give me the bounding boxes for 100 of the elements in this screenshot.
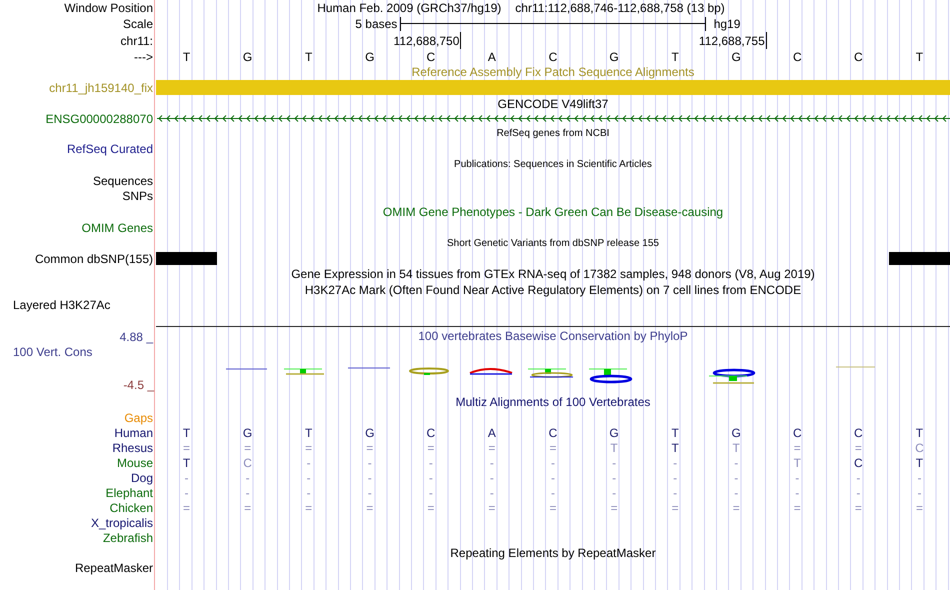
alignment-base: - bbox=[856, 470, 860, 484]
alignment-base: - bbox=[612, 456, 616, 470]
track-label[interactable]: RepeatMasker bbox=[74, 560, 153, 574]
alignment-base: T bbox=[916, 456, 924, 470]
alignment-bar[interactable] bbox=[156, 80, 950, 95]
base-letter: G bbox=[732, 50, 741, 64]
track-label[interactable]: 100 Vert. Cons bbox=[13, 345, 92, 359]
alignment-base: T bbox=[794, 456, 801, 470]
alignment-base: - bbox=[428, 486, 433, 500]
track-label[interactable]: Common dbSNP(155) bbox=[34, 252, 153, 266]
base-letter: T bbox=[305, 50, 312, 64]
ruler-label: Scale bbox=[122, 16, 153, 30]
alignment-base: T bbox=[732, 440, 740, 454]
alignment-base: - bbox=[246, 486, 250, 500]
species-label[interactable]: X_tropicalis bbox=[90, 516, 153, 530]
alignment-base: C bbox=[854, 456, 863, 470]
track-label[interactable]: OMIM Genes bbox=[82, 221, 153, 235]
track-title: Reference Assembly Fix Patch Sequence Alignments bbox=[412, 65, 694, 79]
track-title: OMIM Gene Phenotypes - Dark Green Can Be Disease-causing bbox=[382, 205, 724, 219]
alignment-base: = bbox=[183, 440, 190, 454]
assembly-name: hg19 bbox=[712, 16, 742, 30]
alignment-base: T bbox=[182, 426, 190, 440]
alignment-base: - bbox=[306, 486, 311, 500]
variant-bar[interactable] bbox=[888, 252, 950, 265]
alignment-base: - bbox=[550, 456, 555, 470]
alignment-base: - bbox=[673, 456, 678, 470]
alignment-base: - bbox=[917, 470, 922, 484]
alignment-base: C bbox=[426, 426, 436, 440]
assembly-text: Human Feb. 2009 (GRCh37/hg19) bbox=[317, 0, 502, 14]
track-title: H3K27Ac Mark (Often Found Near Active Regulatory Elements) on 7 cell lines from ENCODE bbox=[304, 283, 802, 297]
species-label[interactable]: Chicken bbox=[110, 500, 153, 514]
alignment-base: - bbox=[550, 470, 555, 484]
alignment-base: - bbox=[428, 470, 433, 484]
track-title: Short Genetic Variants from dbSNP release 155 bbox=[447, 236, 659, 250]
alignment-base: = bbox=[427, 440, 434, 454]
alignment-base: = bbox=[183, 500, 190, 514]
alignment-base: C bbox=[548, 426, 558, 440]
alignment-base: = bbox=[732, 500, 740, 514]
alignment-base: - bbox=[734, 456, 738, 470]
alignment-base: = bbox=[610, 500, 618, 514]
alignment-base: = bbox=[794, 500, 801, 514]
alignment-base: = bbox=[854, 440, 862, 454]
base-letter: C bbox=[854, 50, 863, 64]
base-letter: C bbox=[426, 50, 436, 64]
track-title: Multiz Alignments of 100 Vertebrates bbox=[456, 395, 650, 409]
alignment-base: = bbox=[549, 500, 556, 514]
track-label[interactable]: SNPs bbox=[122, 189, 153, 204]
species-label[interactable]: Dog bbox=[130, 470, 153, 484]
alignment-base: - bbox=[306, 470, 311, 484]
variant-bar[interactable] bbox=[156, 252, 218, 265]
alignment-base: = bbox=[366, 500, 374, 514]
alignment-base: = bbox=[672, 500, 679, 514]
track-label[interactable]: Layered H3K27Ac bbox=[13, 298, 110, 312]
axis-max-label: 4.88 _ bbox=[120, 330, 153, 344]
species-label[interactable]: Elephant bbox=[106, 486, 153, 500]
alignment-base: - bbox=[490, 486, 494, 500]
alignment-base: - bbox=[673, 470, 678, 484]
alignment-base: - bbox=[734, 486, 738, 500]
alignment-base: T bbox=[182, 456, 190, 470]
coordinate-tick: 112,688,750 bbox=[394, 32, 462, 49]
alignment-base: = bbox=[427, 500, 434, 514]
alignment-base: C bbox=[243, 456, 252, 470]
base-letter: T bbox=[916, 50, 924, 64]
track-title: RefSeq genes from NCBI bbox=[496, 126, 610, 140]
track-label[interactable]: RefSeq Curated bbox=[66, 142, 153, 156]
alignment-base: T bbox=[610, 440, 618, 454]
species-label[interactable]: Zebrafish bbox=[102, 530, 153, 544]
species-label[interactable]: Mouse bbox=[116, 456, 153, 470]
species-label[interactable]: Human bbox=[114, 426, 153, 440]
alignment-base: - bbox=[550, 486, 555, 500]
base-letter: G bbox=[242, 50, 252, 64]
alignment-base: = bbox=[488, 500, 496, 514]
ruler-label: chr11: bbox=[120, 34, 153, 48]
base-letter: C bbox=[792, 50, 802, 64]
alignment-base: = bbox=[366, 440, 374, 454]
alignment-base: C bbox=[915, 440, 924, 454]
alignment-base: = bbox=[305, 500, 312, 514]
gene-drawing[interactable] bbox=[156, 115, 950, 122]
alignment-base: = bbox=[244, 440, 252, 454]
track-label[interactable]: ENSG00000288070 bbox=[46, 112, 153, 126]
track-title: Repeating Elements by RepeatMasker bbox=[450, 546, 656, 560]
coordinate-tick: 112,688,755 bbox=[698, 32, 767, 49]
species-label[interactable]: Rhesus bbox=[112, 440, 153, 454]
track-label[interactable]: Sequences bbox=[92, 174, 153, 188]
alignment-base: G bbox=[732, 426, 741, 440]
alignment-base: - bbox=[428, 456, 433, 470]
alignment-base: - bbox=[184, 486, 189, 500]
alignment-base: - bbox=[795, 486, 800, 500]
alignment-base: - bbox=[368, 486, 372, 500]
alignment-base: T bbox=[671, 426, 679, 440]
base-letter: A bbox=[488, 50, 496, 64]
alignment-base: - bbox=[306, 456, 311, 470]
base-letter: C bbox=[548, 50, 558, 64]
alignment-base: - bbox=[673, 486, 678, 500]
axis-min-label: -4.5 _ bbox=[123, 378, 154, 392]
alignment-base: = bbox=[794, 440, 801, 454]
alignment-base: T bbox=[671, 440, 679, 454]
alignment-base: - bbox=[490, 456, 494, 470]
alignment-base: - bbox=[246, 470, 250, 484]
alignment-base: A bbox=[488, 426, 496, 440]
